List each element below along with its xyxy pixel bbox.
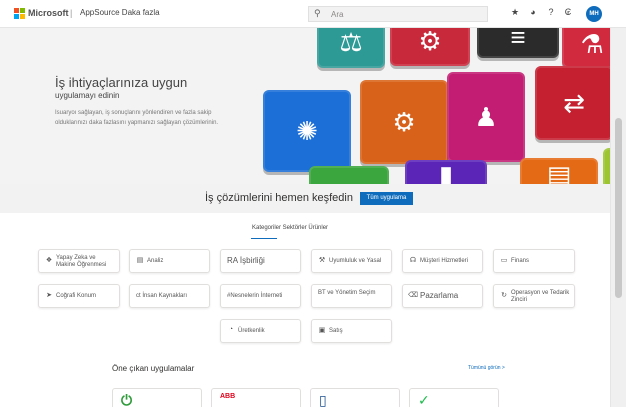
app-tile-check-logo-icon: ✓ xyxy=(418,392,430,407)
category-label: Üretkenlik xyxy=(238,328,265,334)
lime-key xyxy=(603,148,610,184)
app-tile-document[interactable]: ▯ xyxy=(310,388,400,407)
chart-key: ≡ xyxy=(477,28,559,58)
logo-square-red xyxy=(14,8,19,13)
search-input-placeholder[interactable]: Ara xyxy=(331,10,343,19)
bag-icon: ▣ xyxy=(318,327,326,334)
flask-key-glyph: ⚗ xyxy=(580,29,604,59)
scales-key-glyph: ⚖ xyxy=(339,28,363,57)
gear-key: ⚙ xyxy=(360,80,448,164)
top-header: Microsoft | AppSource Daka fazla ⚲ Ara ★… xyxy=(0,0,626,28)
lightbulb-key: ✺ xyxy=(263,90,351,172)
search-box[interactable]: ⚲ Ara xyxy=(308,6,488,22)
category-label: Müşteri Hizmetleri xyxy=(420,258,469,264)
green-key xyxy=(309,166,389,184)
logo-square-yellow xyxy=(20,14,25,19)
gear-key-glyph: ⚙ xyxy=(392,107,416,137)
category-label: Yapay Zeka ve Makine Öğrenmesi xyxy=(56,255,107,268)
refresh-icon: ↻ xyxy=(501,292,507,299)
category-bt-yonetim[interactable]: BT ve Yönetim Seçim xyxy=(311,284,392,308)
active-tab-indicator xyxy=(251,238,277,239)
hero-subtitle: uygulamayı edinin xyxy=(55,91,120,100)
globe-icon[interactable]: ◕ xyxy=(527,7,539,17)
category-label: Finans xyxy=(511,258,530,264)
document-key: ▤ xyxy=(520,158,598,184)
brand-name[interactable]: Microsoft xyxy=(28,8,69,18)
category-nesnelerin-interneti[interactable]: #Nesnelerin İnterneti xyxy=(220,284,301,308)
tag-icon: ⌫ xyxy=(408,292,418,299)
people-key: ⇄ xyxy=(535,66,610,140)
category-satis[interactable]: ▣ Satış xyxy=(311,319,392,343)
star-icon[interactable]: ★ xyxy=(509,7,521,18)
person-chart-key: ♟ xyxy=(447,72,525,162)
hero-description: Isuaryoı sağlayan, iş sonuçlarını yönlen… xyxy=(55,110,219,126)
category-label: RA İşbirliği xyxy=(227,256,265,265)
document-key-glyph: ▤ xyxy=(546,160,572,184)
category-label: Analiz xyxy=(147,258,164,264)
category-analiz[interactable]: ▤ Analiz xyxy=(129,249,210,273)
category-label: Coğrafi Konum xyxy=(56,293,97,299)
category-label: Pazarlama xyxy=(420,291,459,300)
lightbulb-key-glyph: ✺ xyxy=(296,116,318,146)
header-separator: | xyxy=(70,8,73,18)
hero-banner: İş ihtiyaçlarınıza uygun uygulamayı edin… xyxy=(0,28,610,184)
category-ra-isbirligi[interactable]: RA İşbirliği xyxy=(220,249,301,273)
app-tile-abb[interactable]: ABB xyxy=(211,388,301,407)
see-all-link[interactable]: Tümünü görün > xyxy=(468,365,505,371)
app-tile-power-logo-icon: ⏻ xyxy=(121,392,133,407)
scales-key: ⚖ xyxy=(317,28,385,68)
finance-icon: ▭ xyxy=(500,257,508,264)
app-tile-check[interactable]: ✓ xyxy=(409,388,499,407)
analytics-icon: ▤ xyxy=(136,257,144,264)
explore-heading: İş çözümlerini hemen keşfedin xyxy=(205,192,353,204)
logo-square-green xyxy=(20,8,25,13)
category-cografi-konum[interactable]: ➤ Coğrafi Konum xyxy=(38,284,120,308)
help-icon[interactable]: ? xyxy=(545,7,557,17)
category-label: BT ve Yönetim Seçim xyxy=(318,290,376,296)
category-insan-kaynaklari[interactable]: ct İnsan Kaynakları xyxy=(129,284,210,308)
category-label: #Nesnelerin İnterneti xyxy=(227,293,283,299)
category-musteri-hizmetleri[interactable]: ☊ Müşteri Hizmetleri xyxy=(402,249,483,273)
search-icon[interactable]: ⚲ xyxy=(314,8,321,19)
category-pazarlama[interactable]: ⌫ Pazarlama xyxy=(402,284,483,308)
category-tabs[interactable]: Kategoriler Sektörler Ürünler xyxy=(252,225,328,231)
headset-icon: ☊ xyxy=(409,257,417,264)
hero-keyboard-image: ⚖ ⚙ ≡ ⚗ ✺ ⚙ ♟ ⇄ ▮ ▤ xyxy=(255,28,610,184)
category-label: Operasyon ve Tedarik Zinciri xyxy=(511,290,570,303)
people-key-glyph: ⇄ xyxy=(563,88,585,118)
scrollbar-thumb[interactable] xyxy=(615,118,622,298)
page-scrollbar[interactable] xyxy=(610,28,626,407)
settings-key-glyph: ⚙ xyxy=(418,28,442,56)
bar-chart-key: ▮ xyxy=(405,160,487,184)
category-label: Satış xyxy=(329,328,343,334)
app-tile-document-logo-icon: ▯ xyxy=(319,392,327,407)
featured-apps-title: Öne çıkan uygulamalar xyxy=(112,364,195,373)
category-uretkenlik[interactable]: ◔ Üretkenlik xyxy=(220,319,301,343)
category-operasyon[interactable]: ↻ Operasyon ve Tedarik Zinciri xyxy=(493,284,575,308)
microsoft-logo-icon[interactable] xyxy=(14,8,25,19)
app-tile-abb-logo-icon: ABB xyxy=(220,393,236,400)
category-finans[interactable]: ▭ Finans xyxy=(493,249,575,273)
category-uyumluluk[interactable]: ⚒ Uyumluluk ve Yasal xyxy=(311,249,392,273)
category-yapay-zeka[interactable]: ❖ Yapay Zeka ve Makine Öğrenmesi xyxy=(38,249,120,273)
settings-key: ⚙ xyxy=(390,28,470,66)
person-chart-key-glyph: ♟ xyxy=(474,102,498,132)
logo-square-blue xyxy=(14,14,19,19)
category-label: Uyumluluk ve Yasal xyxy=(329,258,382,264)
brain-icon: ❖ xyxy=(45,257,53,264)
clock-icon: ◔ xyxy=(228,326,234,333)
location-icon: ➤ xyxy=(46,292,52,299)
flask-key: ⚗ xyxy=(562,28,610,68)
bar-chart-key-glyph: ▮ xyxy=(438,160,454,184)
chart-key-glyph: ≡ xyxy=(510,28,526,52)
hero-title: İş ihtiyaçlarınıza uygun xyxy=(55,75,188,90)
settings-icon[interactable]: ₢ xyxy=(562,7,574,17)
hammer-icon: ⚒ xyxy=(318,257,326,264)
avatar[interactable]: MH xyxy=(586,6,602,22)
all-apps-button[interactable]: Tüm uygulama xyxy=(360,192,413,205)
explore-bar: İş çözümlerini hemen keşfedin Tüm uygula… xyxy=(0,184,610,213)
category-label: ct İnsan Kaynakları xyxy=(136,293,188,299)
app-tile-power[interactable]: ⏻ xyxy=(112,388,202,407)
product-name[interactable]: AppSource Daka fazla xyxy=(80,8,160,17)
